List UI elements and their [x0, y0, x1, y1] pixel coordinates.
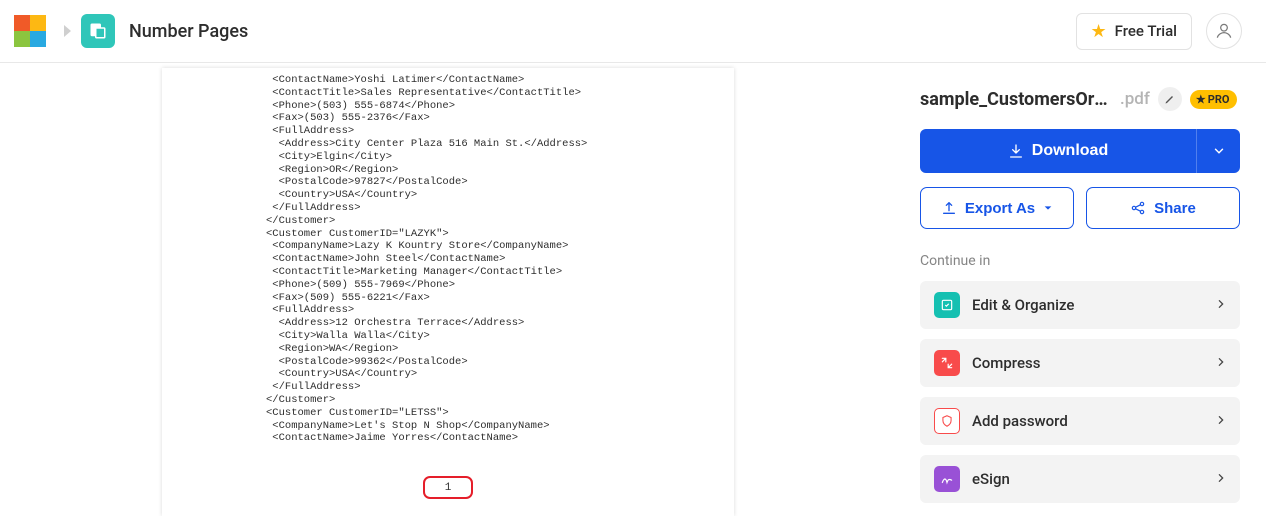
chevron-right-icon — [1216, 296, 1226, 315]
edit-organize-icon — [934, 292, 960, 318]
tool-esign[interactable]: eSign — [920, 455, 1240, 503]
download-icon — [1008, 143, 1024, 159]
share-label: Share — [1154, 200, 1196, 217]
star-icon: ★ — [1196, 93, 1206, 106]
smallpdf-logo[interactable] — [14, 15, 46, 47]
download-row: Download — [920, 129, 1240, 173]
compress-icon — [934, 350, 960, 376]
share-button[interactable]: Share — [1086, 187, 1240, 229]
main-content: <ContactName>Yoshi Latimer</ContactName>… — [0, 63, 1266, 516]
right-sidebar: sample_CustomersOrders-... .pdf ★PRO Dow… — [896, 63, 1266, 516]
download-dropdown[interactable] — [1196, 129, 1240, 173]
page-number: 1 — [445, 482, 452, 494]
file-name: sample_CustomersOrders-... — [920, 89, 1112, 110]
pro-badge: ★PRO — [1190, 90, 1238, 109]
shield-icon — [934, 408, 960, 434]
download-label: Download — [1032, 142, 1108, 160]
free-trial-label: Free Trial — [1115, 22, 1177, 40]
esign-icon — [934, 466, 960, 492]
tool-label: Edit & Organize — [972, 296, 1216, 314]
tool-add-password[interactable]: Add password — [920, 397, 1240, 445]
secondary-actions-row: Export As Share — [920, 187, 1240, 229]
chevron-right-icon — [1216, 354, 1226, 373]
continue-in-label: Continue in — [920, 253, 1240, 269]
tool-label: Compress — [972, 354, 1216, 372]
breadcrumb-separator — [64, 25, 71, 37]
export-icon — [941, 200, 957, 216]
chevron-right-icon — [1216, 470, 1226, 489]
app-header: Number Pages ★ Free Trial — [0, 0, 1266, 63]
page-number-highlight: 1 — [423, 476, 473, 499]
tool-label: Add password — [972, 412, 1216, 430]
document-preview-area: <ContactName>Yoshi Latimer</ContactName>… — [0, 63, 896, 516]
number-pages-app-icon[interactable] — [81, 14, 115, 48]
tool-edit-organize[interactable]: Edit & Organize — [920, 281, 1240, 329]
user-avatar[interactable] — [1206, 13, 1242, 49]
free-trial-button[interactable]: ★ Free Trial — [1076, 13, 1192, 50]
chevron-right-icon — [1216, 412, 1226, 431]
page-title: Number Pages — [129, 21, 248, 42]
tool-label: eSign — [972, 470, 1216, 488]
export-as-button[interactable]: Export As — [920, 187, 1074, 229]
document-content: <ContactName>Yoshi Latimer</ContactName>… — [162, 68, 734, 445]
share-icon — [1130, 200, 1146, 216]
document-page: <ContactName>Yoshi Latimer</ContactName>… — [162, 68, 734, 516]
star-icon: ★ — [1091, 21, 1107, 42]
file-extension: .pdf — [1120, 89, 1150, 109]
download-button[interactable]: Download — [920, 129, 1196, 173]
tool-compress[interactable]: Compress — [920, 339, 1240, 387]
export-label: Export As — [965, 200, 1035, 217]
chevron-down-icon — [1212, 144, 1226, 158]
caret-down-icon — [1043, 203, 1053, 213]
file-title-row: sample_CustomersOrders-... .pdf ★PRO — [920, 87, 1240, 111]
rename-button[interactable] — [1158, 87, 1182, 111]
